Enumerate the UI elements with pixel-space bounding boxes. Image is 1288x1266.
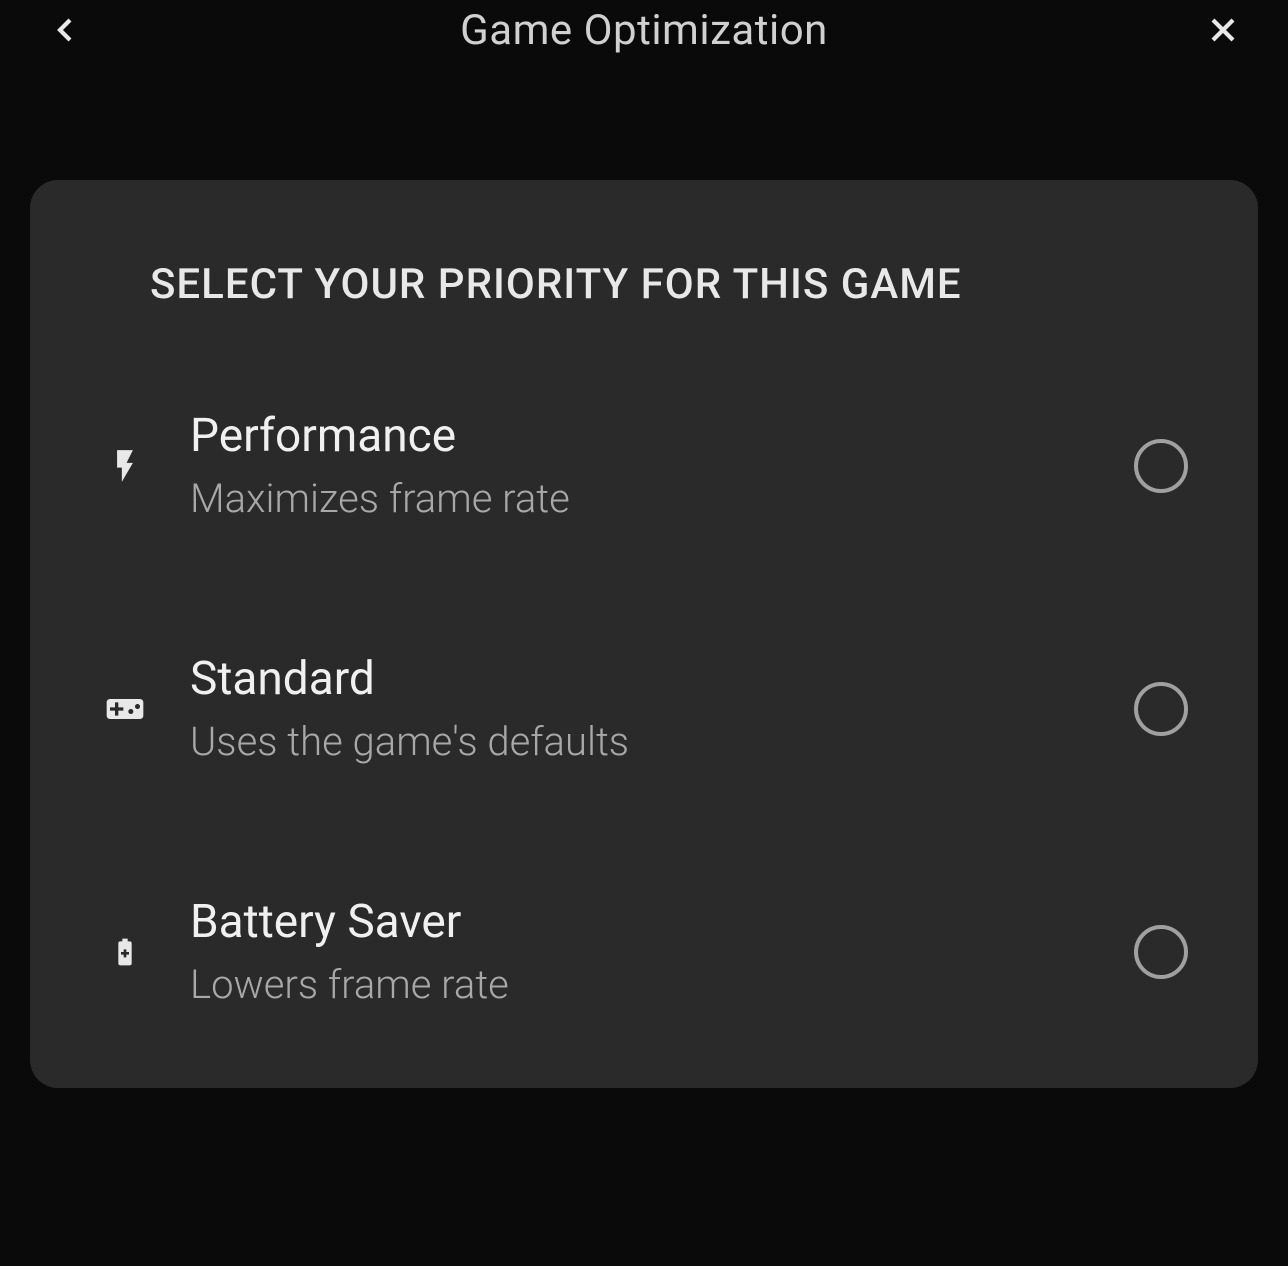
header: Game Optimization [0,0,1288,60]
battery-icon [100,927,150,977]
option-text: Standard Uses the game's defaults [190,652,1094,765]
option-battery-saver[interactable]: Battery Saver Lowers frame rate [100,895,1188,1008]
close-button[interactable] [1198,5,1248,55]
option-performance[interactable]: Performance Maximizes frame rate [100,409,1188,522]
option-text: Performance Maximizes frame rate [190,409,1094,522]
back-button[interactable] [40,5,90,55]
option-title: Performance [190,409,1094,463]
gamepad-icon [100,684,150,734]
option-title: Standard [190,652,1094,706]
option-description: Uses the game's defaults [190,718,1094,765]
option-title: Battery Saver [190,895,1094,949]
priority-card: SELECT YOUR PRIORITY FOR THIS GAME Perfo… [30,180,1258,1088]
option-standard[interactable]: Standard Uses the game's defaults [100,652,1188,765]
radio-standard[interactable] [1134,682,1188,736]
option-description: Lowers frame rate [190,961,1094,1008]
page-title: Game Optimization [90,6,1198,55]
bolt-icon [100,441,150,491]
option-text: Battery Saver Lowers frame rate [190,895,1094,1008]
card-heading: SELECT YOUR PRIORITY FOR THIS GAME [150,260,1188,309]
option-description: Maximizes frame rate [190,475,1094,522]
radio-performance[interactable] [1134,439,1188,493]
radio-battery-saver[interactable] [1134,925,1188,979]
